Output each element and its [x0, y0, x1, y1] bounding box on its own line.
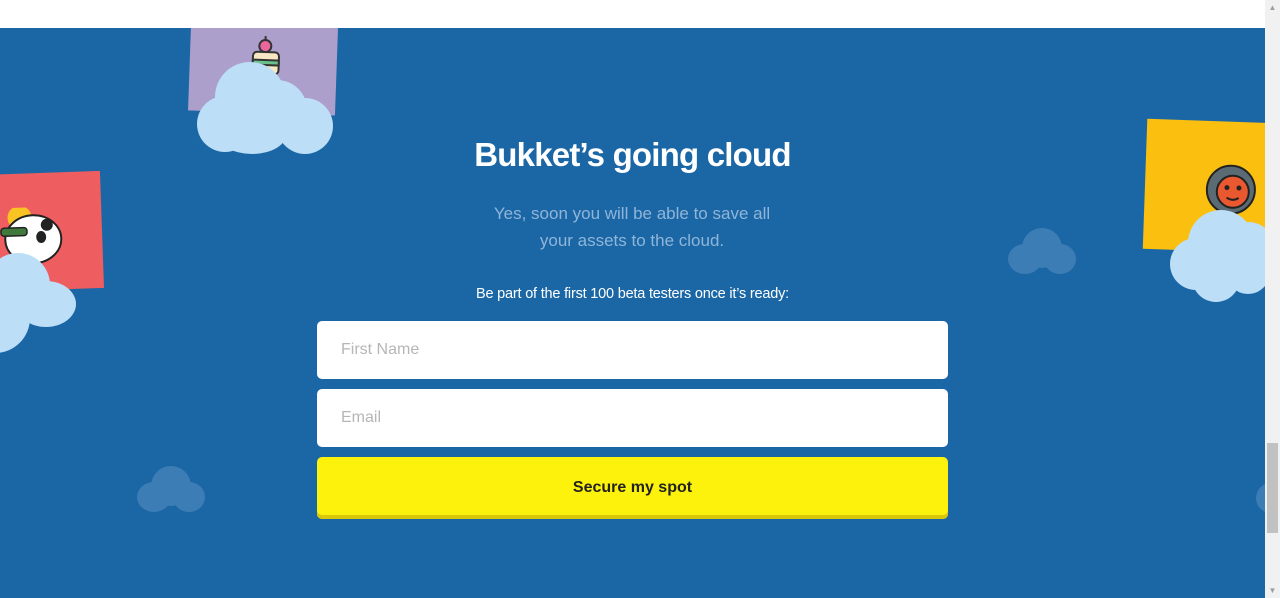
scrollbar-thumb[interactable] [1267, 443, 1278, 533]
cloud-signup-section: Bukket’s going cloud Yes, soon you will … [0, 28, 1265, 598]
scroll-down-arrow-icon[interactable]: ▼ [1265, 583, 1280, 598]
top-bar [0, 0, 1265, 28]
faded-cloud-decoration [1008, 228, 1078, 276]
beta-cta-text: Be part of the first 100 beta testers on… [476, 286, 789, 302]
cloud-decoration [0, 253, 80, 353]
email-input[interactable] [317, 389, 948, 447]
faded-cloud-decoration [1256, 483, 1265, 517]
page-scrollbar[interactable]: ▲ ▼ [1265, 0, 1280, 598]
faded-cloud-decoration [137, 466, 207, 514]
secure-spot-button[interactable]: Secure my spot [317, 457, 948, 519]
first-name-input[interactable] [317, 321, 948, 379]
page-title: Bukket’s going cloud [474, 136, 791, 173]
scroll-up-arrow-icon[interactable]: ▲ [1265, 0, 1280, 15]
page-subtitle: Yes, soon you will be able to save all y… [493, 204, 771, 250]
